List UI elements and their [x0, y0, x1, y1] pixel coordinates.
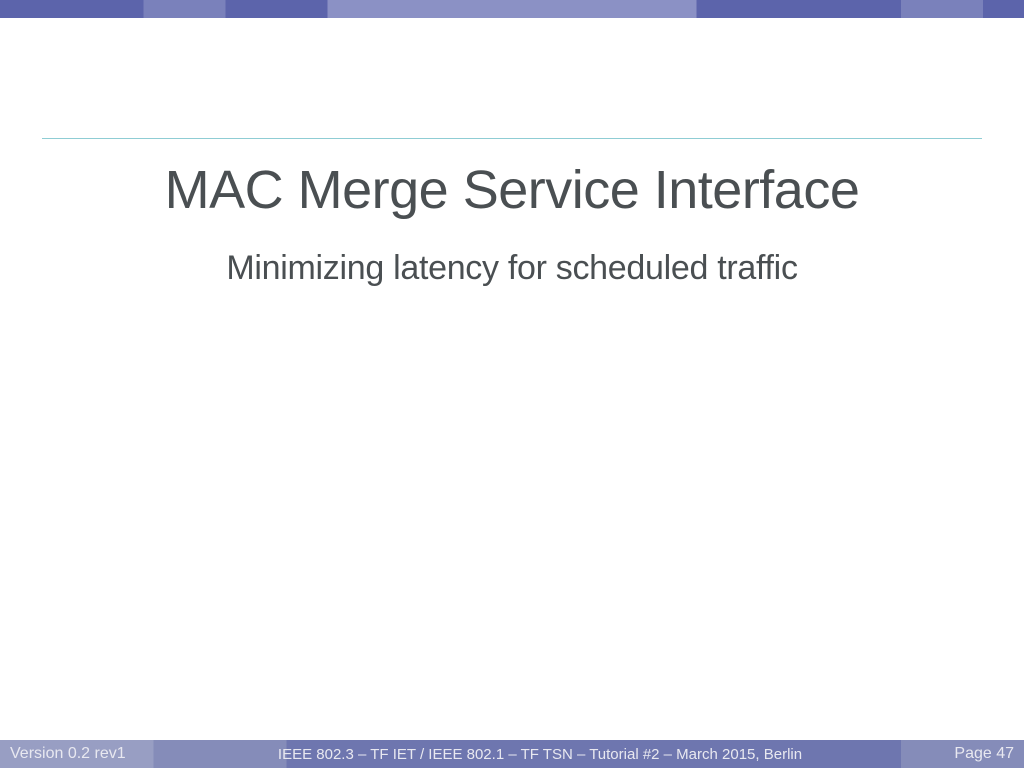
title-divider	[42, 138, 982, 139]
slide-subtitle: Minimizing latency for scheduled traffic	[42, 249, 982, 288]
footer-version: Version 0.2 rev1	[10, 745, 126, 763]
footer-page-number: Page 47	[954, 745, 1014, 763]
slide-footer: Version 0.2 rev1 IEEE 802.3 – TF IET / I…	[0, 740, 1024, 768]
slide-content: MAC Merge Service Interface Minimizing l…	[0, 138, 1024, 288]
decorative-top-bar	[0, 0, 1024, 18]
slide-title: MAC Merge Service Interface	[42, 159, 982, 221]
footer-center-text: IEEE 802.3 – TF IET / IEEE 802.1 – TF TS…	[126, 746, 955, 763]
